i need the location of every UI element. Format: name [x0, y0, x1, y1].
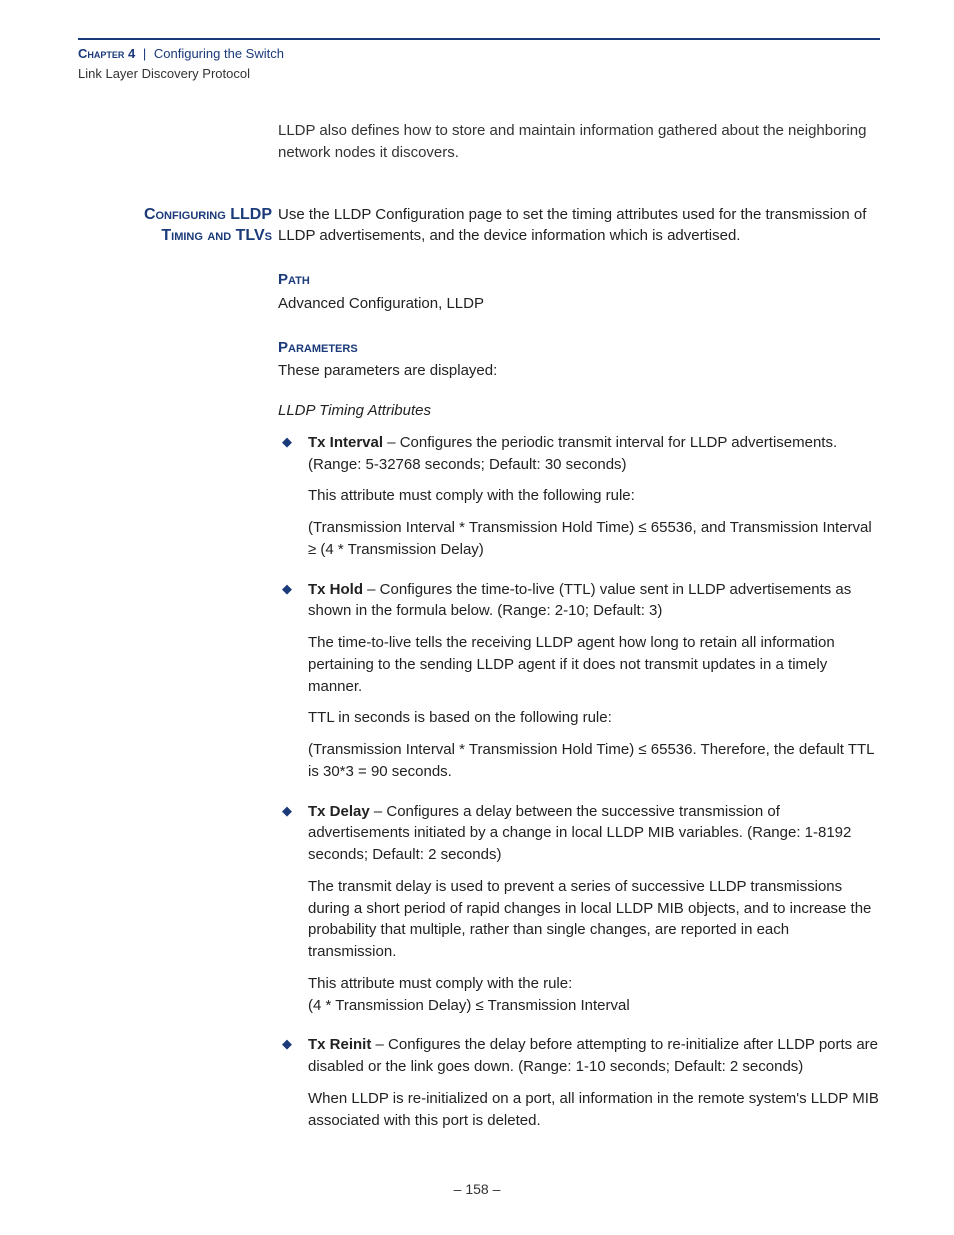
param-desc: – Configures a delay between the success… — [308, 803, 851, 864]
list-item: Tx Reinit – Configures the delay before … — [278, 1034, 880, 1131]
param-subpara: This attribute must comply with the foll… — [308, 485, 880, 507]
content-area: LLDP also defines how to store and maint… — [78, 120, 880, 1161]
param-term: Tx Interval — [308, 434, 383, 451]
param-subpara: When LLDP is re-initialized on a port, a… — [308, 1088, 880, 1132]
param-subpara: (Transmission Interval * Transmission Ho… — [308, 517, 880, 561]
margin-column: Configuring LLDP Timing and TLVs — [78, 204, 278, 247]
body-column: Use the LLDP Configuration page to set t… — [278, 204, 880, 1150]
path-text: Advanced Configuration, LLDP — [278, 293, 880, 315]
separator: | — [143, 46, 146, 61]
page: Chapter 4 | Configuring the Switch Link … — [0, 0, 954, 1235]
list-item: Tx Hold – Configures the time-to-live (T… — [278, 579, 880, 783]
margin-heading: Configuring LLDP Timing and TLVs — [78, 204, 272, 247]
param-desc: – Configures the delay before attempting… — [308, 1036, 878, 1075]
path-heading: Path — [278, 269, 880, 291]
param-term: Tx Delay — [308, 803, 370, 820]
param-subpara: TTL in seconds is based on the following… — [308, 707, 880, 729]
param-subpara: The transmit delay is used to prevent a … — [308, 876, 880, 963]
list-item: Tx Delay – Configures a delay between th… — [278, 801, 880, 1017]
header-rule — [78, 38, 880, 40]
param-desc: – Configures the time-to-live (TTL) valu… — [308, 581, 851, 620]
param-subpara: This attribute must comply with the rule… — [308, 973, 880, 1017]
chapter-label: Chapter 4 — [78, 46, 135, 61]
parameters-heading: Parameters — [278, 337, 880, 359]
parameters-intro: These parameters are displayed: — [278, 360, 880, 382]
section-name: Link Layer Discovery Protocol — [78, 64, 284, 84]
param-subpara: (Transmission Interval * Transmission Ho… — [308, 739, 880, 783]
param-term: Tx Hold — [308, 581, 363, 598]
chapter-line: Chapter 4 | Configuring the Switch — [78, 44, 284, 64]
parameter-list: Tx Interval – Configures the periodic tr… — [278, 432, 880, 1132]
page-number: – 158 – — [454, 1181, 501, 1197]
margin-heading-line2: Timing and TLVs — [161, 227, 272, 244]
param-term: Tx Reinit — [308, 1036, 371, 1053]
chapter-title: Configuring the Switch — [154, 46, 284, 61]
list-item: Tx Interval – Configures the periodic tr… — [278, 432, 880, 561]
lead-paragraph: Use the LLDP Configuration page to set t… — [278, 204, 880, 248]
intro-paragraph: LLDP also defines how to store and maint… — [278, 120, 880, 164]
section-row: Configuring LLDP Timing and TLVs Use the… — [78, 204, 880, 1150]
page-footer: – 158 – — [0, 1181, 954, 1197]
group-title: LLDP Timing Attributes — [278, 400, 880, 422]
param-subpara: The time-to-live tells the receiving LLD… — [308, 632, 880, 697]
param-desc: – Configures the periodic transmit inter… — [308, 434, 837, 473]
running-header: Chapter 4 | Configuring the Switch Link … — [78, 44, 284, 83]
margin-heading-line1: Configuring LLDP — [144, 206, 272, 223]
